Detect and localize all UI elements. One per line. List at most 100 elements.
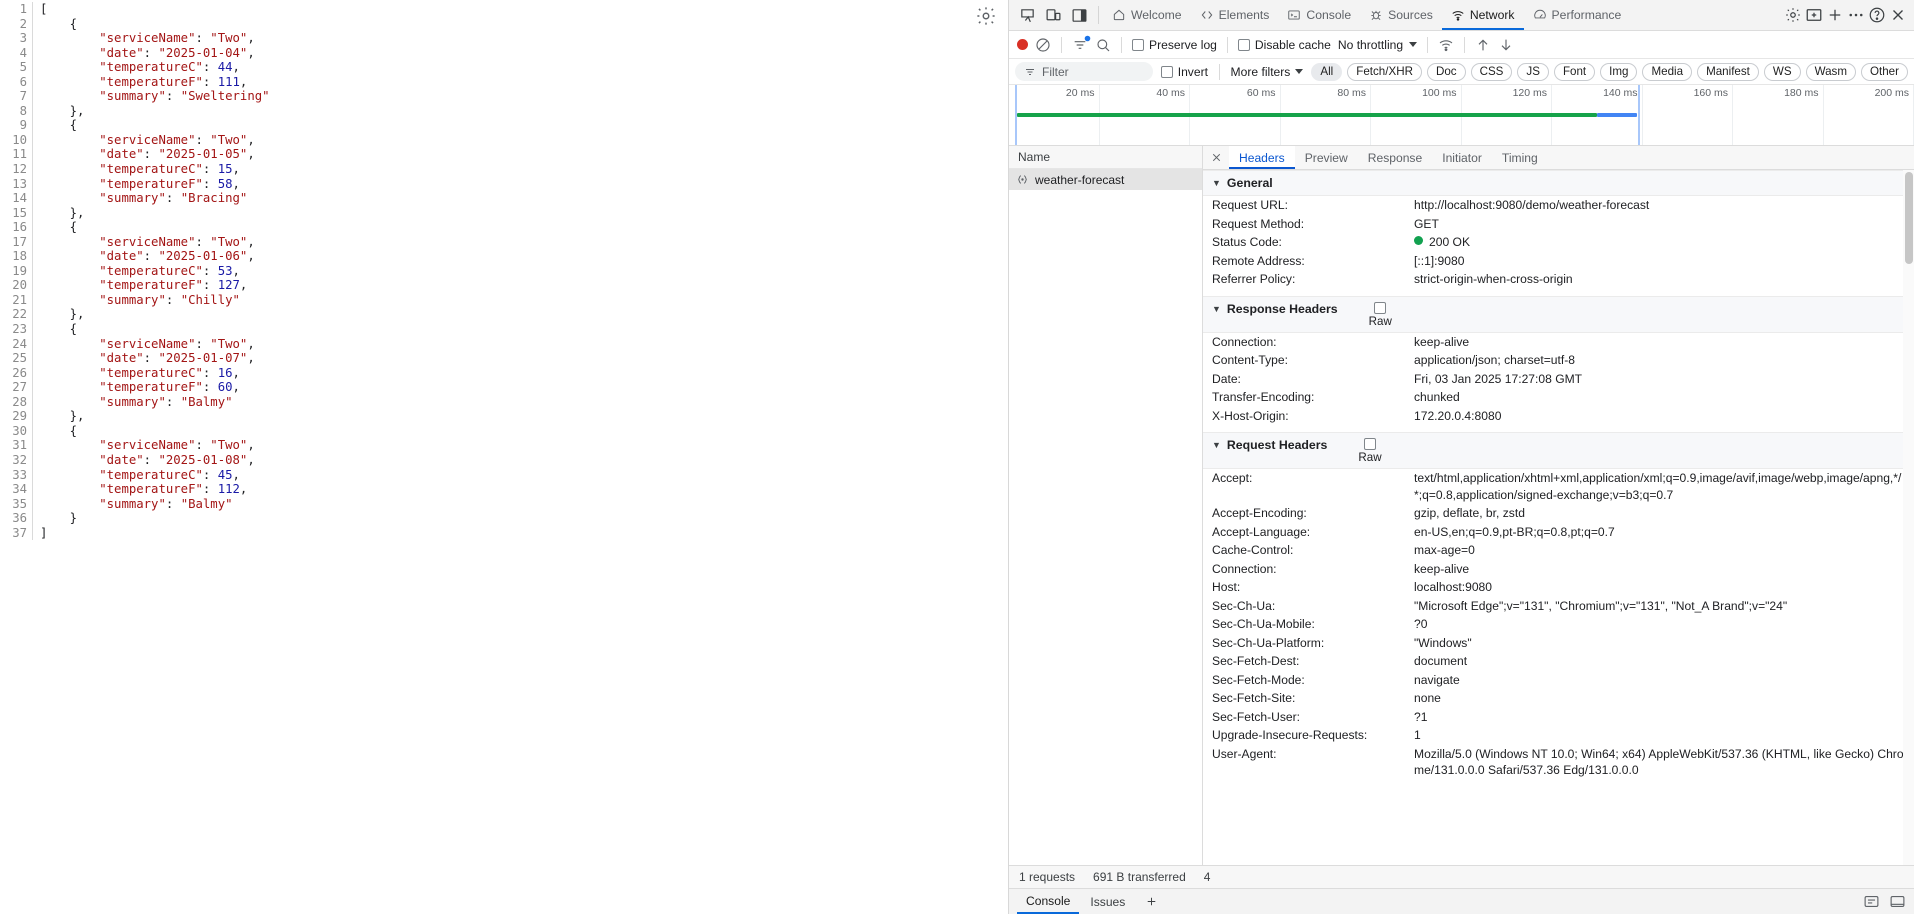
line-number: 8 <box>19 103 27 118</box>
detail-tab-timing[interactable]: Timing <box>1492 146 1548 169</box>
invert-box <box>1160 65 1173 78</box>
filter-chip-css[interactable]: CSS <box>1470 62 1513 81</box>
timeline-tick-label: 100 ms <box>1422 87 1457 99</box>
header-row: Connection: keep-alive <box>1203 560 1914 579</box>
filter-chip-wasm[interactable]: Wasm <box>1805 62 1856 81</box>
tab-console[interactable]: Console <box>1278 0 1360 30</box>
control-divider-2 <box>1121 36 1122 53</box>
raw-checkbox[interactable] <box>1374 301 1387 314</box>
tab-welcome[interactable]: Welcome <box>1103 0 1191 30</box>
header-key: Accept-Language: <box>1212 524 1311 539</box>
more-tabs-icon[interactable] <box>1847 6 1865 24</box>
header-value-text: [::1]:9080 <box>1414 253 1465 268</box>
line-number: 22 <box>12 307 27 322</box>
filter-chip-other[interactable]: Other <box>1861 62 1908 81</box>
close-devtools-icon[interactable] <box>1889 6 1907 24</box>
preserve-log-checkbox[interactable]: Preserve log <box>1132 38 1217 52</box>
header-key: Status Code: <box>1212 235 1282 249</box>
import-har-icon[interactable] <box>1475 37 1491 53</box>
line-number: 15 <box>12 205 27 220</box>
json-line: "summary": "Balmy" <box>99 394 233 409</box>
filter-chip-font[interactable]: Font <box>1553 62 1596 81</box>
section-header-request-headers[interactable]: ▼ Request Headers Raw <box>1203 432 1914 469</box>
scrollbar-thumb[interactable] <box>1905 172 1913 264</box>
json-line: { <box>69 118 78 133</box>
raw-toggle[interactable]: Raw <box>1358 438 1382 464</box>
filter-funnel-icon <box>1026 68 1034 75</box>
export-har-icon[interactable] <box>1498 37 1514 53</box>
throttling-select[interactable]: No throttling <box>1338 38 1418 52</box>
invert-checkbox[interactable]: Invert <box>1160 65 1208 79</box>
detail-tab-headers[interactable]: Headers <box>1229 146 1295 169</box>
request-rows: weather-forecast <box>1009 169 1202 190</box>
tab-performance[interactable]: Performance <box>1524 0 1631 30</box>
json-line: "date": "2025-01-07", <box>99 351 255 366</box>
device-toolbar-icon[interactable] <box>1045 7 1062 24</box>
header-key: Accept: <box>1212 471 1253 485</box>
settings-icon[interactable] <box>1863 893 1880 910</box>
tab-elements[interactable]: Elements <box>1191 0 1279 30</box>
json-line: }, <box>69 307 85 322</box>
filter-chip-manifest[interactable]: Manifest <box>1697 62 1759 81</box>
raw-checkbox[interactable] <box>1363 438 1376 450</box>
settings-gear-icon[interactable] <box>1784 6 1802 24</box>
disable-cache-checkbox[interactable]: Disable cache <box>1237 38 1331 52</box>
header-key: Content-Type: <box>1212 353 1288 367</box>
filter-chip-js[interactable]: JS <box>1517 62 1549 81</box>
plus-icon[interactable] <box>1826 6 1844 24</box>
header-value: http://localhost:9080/demo/weather-forec… <box>1414 197 1905 214</box>
inspect-element-icon[interactable] <box>1019 7 1036 24</box>
network-overview-timeline[interactable]: 20 ms 40 ms 60 ms 80 ms 100 ms 120 ms 140 ms 16… <box>1009 85 1914 146</box>
detail-tab-response[interactable]: Response <box>1358 146 1432 169</box>
section-header-general[interactable]: ▼ General <box>1203 170 1914 196</box>
filter-chip-ws[interactable]: WS <box>1763 62 1801 81</box>
drawer-right-icons <box>1863 893 1906 910</box>
header-value-text: strict-origin-when-cross-origin <box>1414 272 1573 286</box>
json-line: "temperatureC": 45, <box>99 467 240 482</box>
drawer-tab-issues[interactable]: Issues <box>1081 889 1134 914</box>
clear-icon[interactable] <box>1035 37 1051 53</box>
request-list-header[interactable]: Name <box>1009 146 1202 169</box>
add-drawer-tab-icon[interactable] <box>1136 889 1167 914</box>
line-number: 24 <box>12 336 27 351</box>
drawer-tab-issues-label: Issues <box>1090 894 1126 909</box>
more-filters-select[interactable]: More filters <box>1231 65 1304 79</box>
line-number: 23 <box>12 322 27 337</box>
filter-input[interactable]: Filter <box>1015 62 1153 81</box>
tab-label: Sources <box>1388 8 1433 22</box>
filter-chip-media[interactable]: Media <box>1642 62 1693 81</box>
record-button[interactable] <box>1017 39 1028 50</box>
filter-chip-doc[interactable]: Doc <box>1426 62 1466 81</box>
line-number: 36 <box>12 511 27 526</box>
headers-scrollbar[interactable] <box>1903 170 1914 865</box>
help-icon[interactable] <box>1868 6 1886 24</box>
close-icon[interactable] <box>1203 146 1229 169</box>
line-number: 29 <box>12 409 27 424</box>
network-conditions-icon[interactable] <box>1438 37 1454 53</box>
json-line: "summary": "Sweltering" <box>99 89 270 104</box>
header-value: keep-alive <box>1414 561 1905 578</box>
filter-chip-all[interactable]: All <box>1311 62 1343 81</box>
tab-network[interactable]: Network <box>1441 0 1524 30</box>
timeline-right-handle[interactable] <box>1638 85 1640 145</box>
add-panel-icon[interactable] <box>1805 6 1823 24</box>
raw-toggle[interactable]: Raw <box>1369 301 1392 328</box>
tab-sources[interactable]: Sources <box>1360 0 1442 30</box>
header-value: 200 OK <box>1414 234 1905 251</box>
header-row: User-Agent: Mozilla/5.0 (Windows NT 10.0;… <box>1203 745 1914 780</box>
dock-side-icon[interactable] <box>1071 7 1088 24</box>
detail-tab-preview[interactable]: Preview <box>1295 146 1358 169</box>
request-row[interactable]: weather-forecast <box>1009 169 1202 190</box>
json-line: "temperatureF": 60, <box>99 380 240 395</box>
drawer-tab-console[interactable]: Console <box>1017 889 1080 914</box>
json-line: }, <box>69 205 85 220</box>
section-header-response-headers[interactable]: ▼ Response Headers Raw <box>1203 295 1914 333</box>
detail-tab-initiator[interactable]: Initiator <box>1432 146 1492 169</box>
filter-chip-fetch-xhr[interactable]: Fetch/XHR <box>1347 62 1422 81</box>
gear-icon[interactable] <box>975 5 997 27</box>
search-icon[interactable] <box>1095 37 1111 53</box>
filter-chip-img[interactable]: Img <box>1600 62 1638 81</box>
close-drawer-icon[interactable] <box>1889 893 1906 910</box>
filter-icon[interactable] <box>1072 35 1091 53</box>
line-number: 7 <box>19 89 27 104</box>
